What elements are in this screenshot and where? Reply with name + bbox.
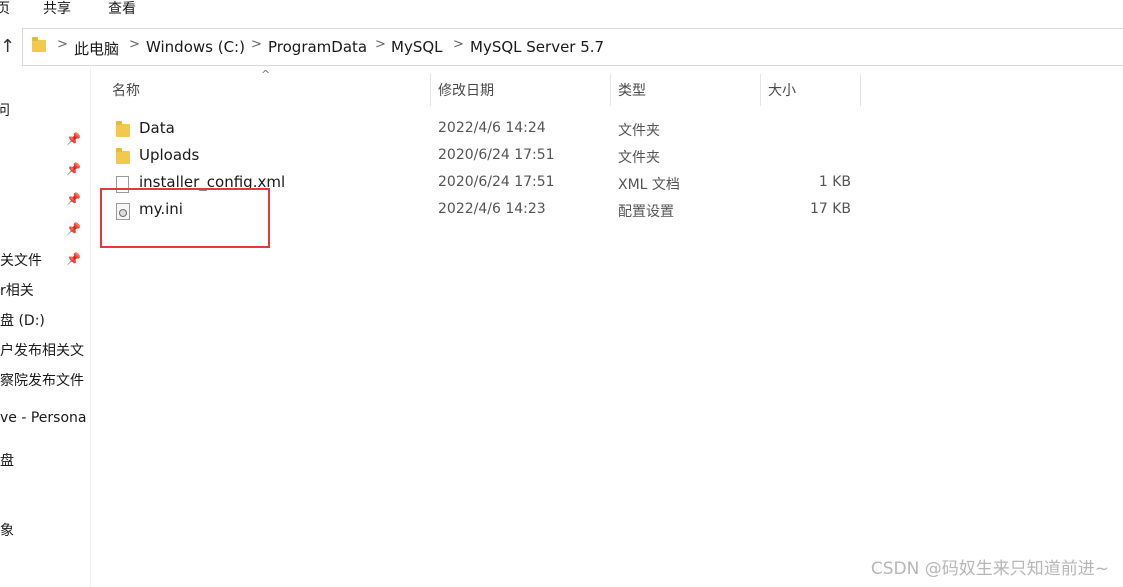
chevron-right-icon[interactable]: > (453, 37, 464, 52)
breadcrumb-programdata[interactable]: ProgramData (268, 38, 367, 56)
nav-item[interactable]: 问 (0, 100, 10, 120)
nav-item-drive-d[interactable]: 盘 (D:) (0, 310, 45, 330)
chevron-right-icon[interactable]: > (375, 37, 386, 52)
column-divider[interactable] (760, 74, 761, 106)
column-header-date[interactable]: 修改日期 (438, 80, 494, 100)
file-date: 2022/4/6 14:23 (438, 201, 546, 217)
breadcrumb-windows-c[interactable]: Windows (C:) (146, 38, 245, 56)
file-date: 2020/6/24 17:51 (438, 147, 555, 163)
nav-item[interactable]: 盘 (0, 450, 14, 470)
breadcrumb-mysql[interactable]: MySQL (391, 38, 443, 56)
up-arrow-button[interactable]: ↑ (0, 36, 18, 58)
file-name: Data (139, 119, 175, 137)
file-type: 文件夹 (618, 150, 660, 166)
nav-item[interactable]: 关文件 (0, 250, 42, 270)
file-type: 配置设置 (618, 204, 674, 220)
file-size: 1 KB (818, 174, 851, 190)
pin-icon[interactable]: 📌 (66, 192, 81, 206)
nav-item[interactable]: 察院发布文件 (0, 370, 84, 390)
column-header-size[interactable]: 大小 (768, 80, 796, 100)
file-type: XML 文档 (618, 177, 680, 193)
folder-icon (32, 37, 46, 52)
ribbon-tab-share[interactable]: 共享 (43, 0, 71, 18)
pin-icon[interactable]: 📌 (66, 162, 81, 176)
pin-icon[interactable]: 📌 (66, 222, 81, 236)
nav-item[interactable]: r相关 (0, 280, 34, 300)
ribbon-tab-view[interactable]: 查看 (108, 0, 136, 18)
file-date: 2022/4/6 14:24 (438, 120, 546, 136)
nav-item[interactable]: 户发布相关文 (0, 340, 84, 360)
file-row[interactable]: Uploads 2020/6/24 17:51 文件夹 (90, 143, 1123, 170)
column-divider[interactable] (430, 74, 431, 106)
address-row: ↑ > 此电脑 > Windows (C:) > ProgramData > M… (0, 28, 1123, 68)
file-list: ^ 名称 修改日期 类型 大小 Data 2022/4/6 14:24 文件夹 … (90, 68, 1123, 587)
chevron-right-icon[interactable]: > (251, 37, 262, 52)
file-size: 17 KB (809, 201, 851, 217)
sort-ascending-icon: ^ (261, 68, 271, 81)
file-date: 2020/6/24 17:51 (438, 174, 555, 190)
nav-item-onedrive[interactable]: ve - Persona (0, 410, 86, 426)
ribbon-tab-page[interactable]: 页 (0, 0, 10, 18)
file-row[interactable]: Data 2022/4/6 14:24 文件夹 (90, 116, 1123, 143)
breadcrumb-this-pc[interactable]: 此电脑 (74, 38, 119, 59)
column-divider[interactable] (860, 74, 861, 106)
pin-icon[interactable]: 📌 (66, 132, 81, 146)
ribbon-tabs: 页 共享 查看 (0, 0, 1123, 20)
chevron-right-icon[interactable]: > (129, 37, 140, 52)
watermark: CSDN @码奴生来只知道前进~ (870, 559, 1109, 579)
navigation-pane: 问 📌 📌 📌 📌 关文件 📌 r相关 盘 (D:) 户发布相关文 察院发布文件… (0, 68, 91, 587)
pin-icon[interactable]: 📌 (66, 252, 81, 266)
highlight-box (100, 188, 270, 248)
column-divider[interactable] (610, 74, 611, 106)
column-header-name[interactable]: 名称 (112, 80, 140, 100)
file-name: Uploads (139, 146, 200, 164)
breadcrumb-mysql-server[interactable]: MySQL Server 5.7 (470, 38, 604, 56)
nav-item[interactable]: 象 (0, 520, 14, 540)
file-type: 文件夹 (618, 123, 660, 139)
chevron-right-icon[interactable]: > (57, 37, 68, 52)
address-bar[interactable]: > 此电脑 > Windows (C:) > ProgramData > MyS… (22, 28, 1123, 66)
column-header-type[interactable]: 类型 (618, 80, 646, 100)
